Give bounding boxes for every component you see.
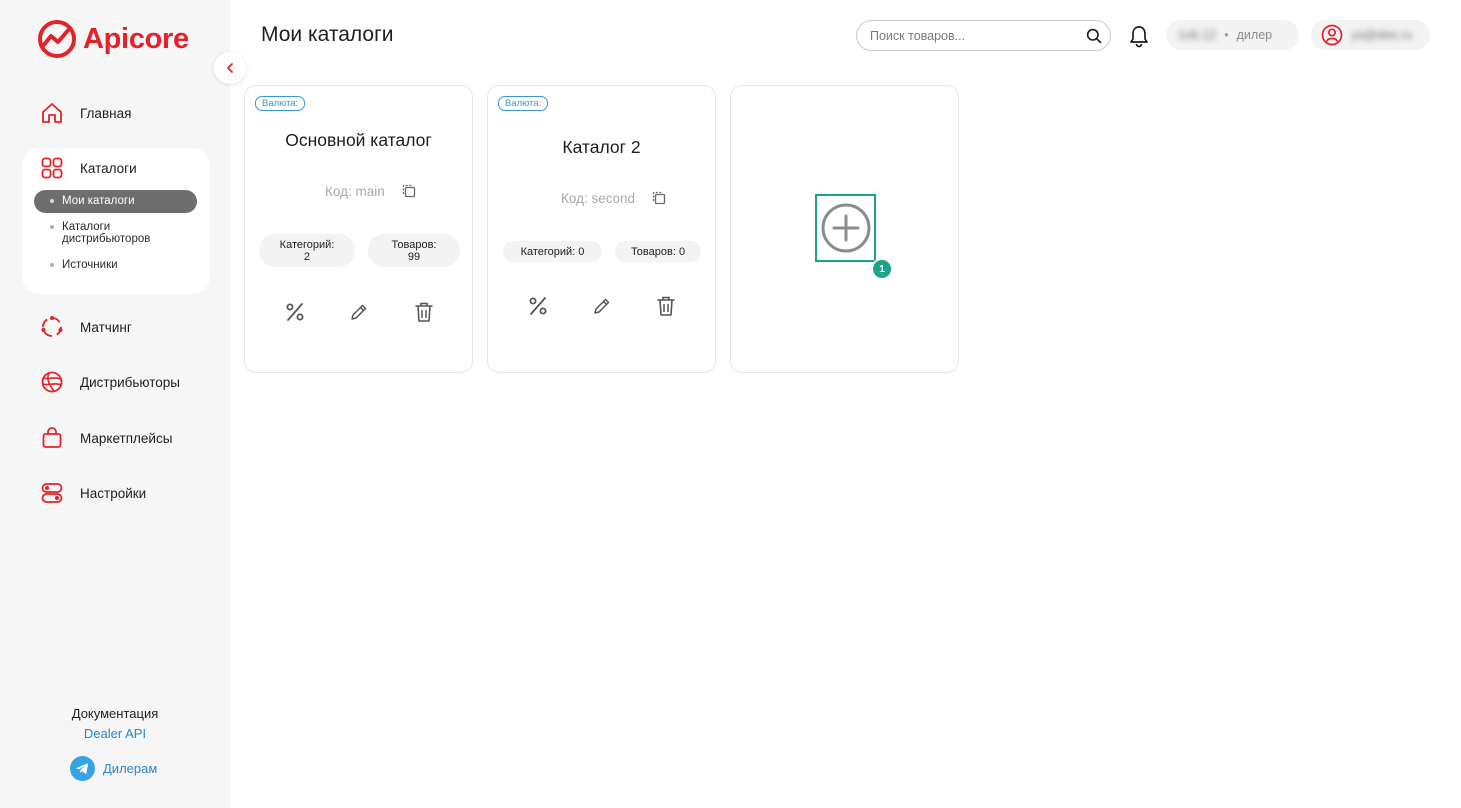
catalog-card-second[interactable]: Валюта: Каталог 2 Код: second Категорий:… — [487, 85, 716, 373]
logo-text: Apicore — [83, 22, 189, 55]
nav-label: Каталоги — [80, 160, 137, 176]
sub-item-sources[interactable]: Источники — [34, 254, 197, 276]
nav-item-settings[interactable]: Настройки — [40, 481, 146, 505]
nav-item-home[interactable]: Главная — [40, 101, 131, 125]
dealer-name: 1ob.12 — [1178, 28, 1217, 42]
catalog-code-row: Код: second — [561, 190, 667, 206]
nav-label: Маркетплейсы — [80, 430, 173, 446]
trash-icon — [657, 296, 675, 316]
toggles-icon — [41, 483, 63, 503]
plus-circle-icon — [821, 203, 870, 253]
bag-icon — [42, 427, 62, 448]
sub-item-label: Каталоги дистрибьюторов — [62, 221, 150, 245]
matching-icon — [41, 316, 63, 337]
products-stat-text: Товаров: 99 — [392, 239, 437, 263]
categories-value: 2 — [303, 250, 311, 263]
search-icon[interactable] — [1086, 28, 1102, 44]
products-value: 99 — [407, 250, 421, 263]
add-catalog-card[interactable]: 1 — [730, 85, 959, 373]
categories-label: Категорий: — [279, 238, 335, 251]
search-input[interactable] — [870, 28, 1086, 43]
separator-dot: • — [1224, 28, 1229, 42]
catalog-card-main[interactable]: Валюта: Основной каталог Код: main Катег… — [244, 85, 473, 373]
notifications-button[interactable] — [1128, 24, 1150, 53]
products-stat: Товаров: 99 — [368, 234, 460, 267]
step-marker: 1 — [871, 258, 893, 280]
logo[interactable]: Apicore — [37, 19, 189, 59]
nav-item-matching[interactable]: Матчинг — [40, 315, 132, 339]
telegram-icon — [70, 756, 95, 781]
nav-item-marketplaces[interactable]: Маркетплейсы — [40, 426, 172, 450]
bell-icon — [1130, 26, 1148, 48]
sub-item-label: Мои каталоги — [62, 195, 135, 207]
catalog-code-row: Код: main — [325, 183, 417, 199]
sidebar-collapse-button[interactable] — [214, 52, 246, 84]
categories-stat-text: Категорий: 2 — [280, 239, 335, 263]
delete-button[interactable] — [411, 299, 437, 325]
currency-badge: Валюта: — [498, 96, 549, 111]
edit-button[interactable] — [346, 299, 372, 325]
delete-button[interactable] — [653, 293, 679, 319]
telegram-dealers-link[interactable]: Дилерам — [70, 756, 157, 781]
categories-stat: Категорий: 2 — [259, 234, 355, 267]
dealer-pill[interactable]: 1ob.12 • дилер — [1166, 20, 1299, 50]
pencil-icon — [594, 298, 610, 314]
pencil-icon — [351, 304, 367, 320]
catalog-code: Код: main — [325, 183, 385, 199]
catalog-title: Каталог 2 — [562, 137, 641, 157]
chevron-left-icon — [227, 63, 233, 73]
discount-button[interactable] — [525, 293, 551, 319]
products-label: Товаров: — [391, 238, 437, 251]
nav-item-distributors[interactable]: Дистрибьюторы — [40, 370, 180, 394]
nav-label: Настройки — [80, 485, 147, 501]
trash-icon — [415, 302, 433, 322]
sub-item-label-line1: Каталоги — [62, 221, 111, 233]
discount-button[interactable] — [282, 299, 308, 325]
nav-label: Матчинг — [80, 319, 132, 335]
dealer-role: дилер — [1236, 28, 1273, 42]
percent-icon — [529, 297, 547, 315]
home-icon — [42, 103, 62, 123]
dealer-api-link[interactable]: Dealer API — [0, 726, 230, 741]
user-pill[interactable]: ya@dee.ru — [1311, 20, 1430, 50]
globe-icon — [41, 371, 63, 393]
nav-item-catalogs[interactable]: Каталоги — [40, 156, 137, 180]
page-title: Мои каталоги — [261, 23, 394, 46]
sidebar: Apicore Главная Каталоги Мои каталоги Ка… — [0, 0, 230, 808]
sub-item-distributor-catalogs[interactable]: Каталоги дистрибьюторов — [34, 216, 197, 250]
logo-icon — [38, 20, 76, 58]
catalog-code: Код: second — [561, 190, 635, 206]
grid-icon — [41, 157, 63, 179]
nav-label: Дистрибьюторы — [80, 374, 181, 390]
bullet-icon — [50, 199, 54, 203]
sub-item-label-line2: дистрибьюторов — [62, 233, 151, 245]
edit-button[interactable] — [589, 293, 615, 319]
user-icon — [1321, 24, 1343, 46]
sub-item-label: Источники — [62, 259, 118, 271]
catalog-title: Основной каталог — [285, 130, 432, 150]
currency-badge: Валюта: — [255, 96, 306, 111]
bullet-icon — [50, 263, 54, 267]
bullet-icon — [50, 225, 54, 229]
search-box — [856, 20, 1111, 51]
nav-label: Главная — [80, 105, 132, 121]
telegram-label: Дилерам — [103, 761, 158, 776]
docs-label: Документация — [71, 706, 159, 721]
user-email: ya@dee.ru — [1351, 28, 1413, 42]
add-catalog-button[interactable] — [815, 194, 876, 262]
categories-stat: Категорий: 0 — [503, 241, 602, 262]
percent-icon — [286, 303, 304, 321]
copy-icon[interactable] — [651, 190, 667, 206]
copy-icon[interactable] — [401, 183, 417, 199]
products-stat: Товаров: 0 — [615, 241, 701, 262]
sub-item-my-catalogs[interactable]: Мои каталоги — [34, 190, 197, 213]
